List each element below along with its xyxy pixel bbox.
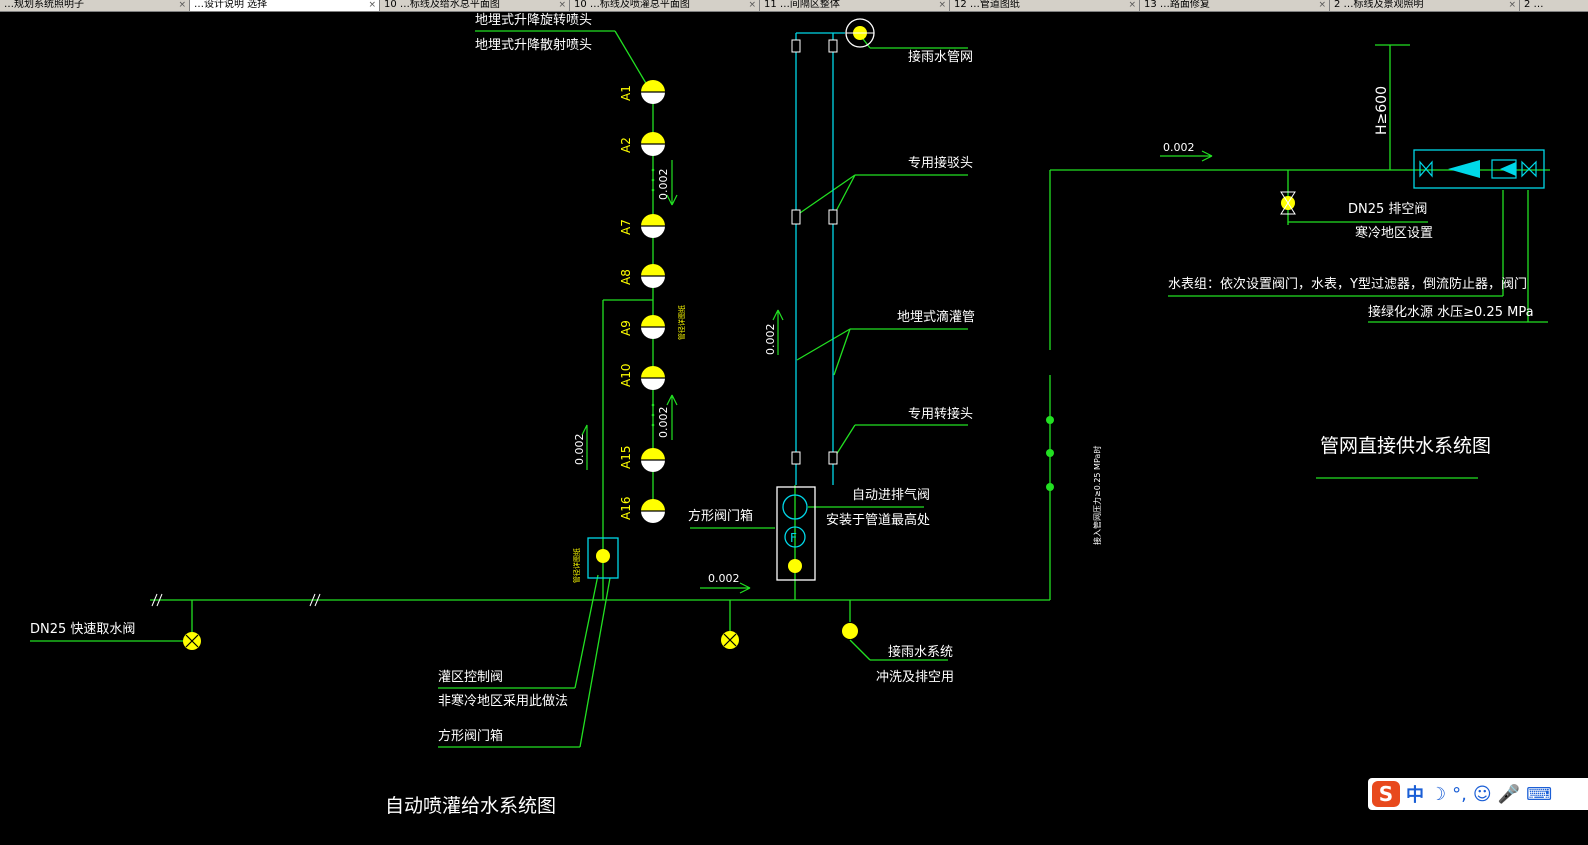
slope-label-zone: 0.002	[573, 434, 586, 466]
zone-valve-label: 灌区控制阀	[438, 670, 503, 685]
joint-marker	[828, 209, 838, 225]
pressure-note: 接入管网压力≥0.25 MPa时	[1092, 446, 1102, 545]
joint-marker	[791, 39, 801, 53]
valve-box-label-2: 方形阀门箱	[438, 728, 503, 744]
zone-valve-leader-d	[574, 574, 599, 689]
microphone-icon[interactable]: 🎤	[1498, 784, 1520, 805]
nozzle-symbol: A8	[619, 264, 665, 288]
drip-valve-box: F	[776, 486, 816, 581]
nozzle-group: A1 A2 A7 A8 A9 A10 A15 A16	[619, 80, 665, 523]
slope-label-nozzle-bottom: 0.002	[657, 407, 670, 439]
detail-note-1: 管径详图纸	[677, 305, 686, 340]
auto-valve-note: 安装于管道最高处	[826, 512, 930, 528]
quick-valve-label: DN25 快速取水阀	[30, 622, 135, 637]
nozzle-label: A7	[619, 219, 633, 235]
nozzle-symbol: A10	[619, 364, 665, 390]
joint-marker	[828, 39, 838, 53]
drip-leader-d2	[833, 328, 851, 376]
drip-leader-d1	[796, 328, 851, 361]
nozzle-symbol: A15	[619, 446, 665, 472]
joint-marker	[791, 451, 801, 465]
sogou-logo-icon[interactable]: S	[1372, 781, 1400, 807]
nozzle-label-spray: 地埋式升降散射喷头	[475, 37, 592, 53]
nozzle-symbol: A1	[619, 80, 665, 104]
nozzle-symbol: A2	[619, 132, 665, 156]
detail-note-2: 管径详图纸	[572, 548, 581, 583]
joint2-leader-d	[835, 424, 856, 456]
slope-label-nozzle-top: 0.002	[657, 169, 670, 201]
drain-valve-note: 寒冷地区设置	[1355, 225, 1433, 241]
height-label: H≥600	[1374, 86, 1390, 135]
nozzle-symbol: A16	[619, 497, 665, 523]
svg-text:F: F	[790, 531, 797, 545]
joint-marker	[791, 209, 801, 225]
slope-label-drip: 0.002	[764, 324, 777, 356]
left-diagram-title: 自动喷灌给水系统图	[385, 795, 556, 817]
joint-marker	[828, 451, 838, 465]
punctuation-icon[interactable]: °,	[1452, 784, 1467, 805]
rain-pipe-symbol	[845, 18, 875, 48]
special-joint-label-2: 专用转接头	[908, 406, 973, 422]
cad-drawing-canvas[interactable]: F 地埋式升降旋转喷头 地埋式升降散射喷头 接雨水管网 专用接驳头 地埋式滴灌管…	[0, 0, 1588, 845]
ime-language-toggle[interactable]: 中	[1406, 781, 1424, 807]
nozzle-label: A15	[619, 446, 633, 469]
right-diagram-title: 管网直接供水系统图	[1320, 435, 1491, 457]
keyboard-icon[interactable]: ⌨	[1526, 784, 1552, 805]
nozzle-label-leader-diag	[614, 30, 651, 91]
rain-pipe-label: 接雨水管网	[908, 49, 973, 65]
nozzle-label-rotary: 地埋式升降旋转喷头	[475, 13, 592, 28]
moon-icon[interactable]: ☽	[1430, 784, 1446, 805]
nozzle-label: A8	[619, 269, 633, 285]
nozzle-label: A10	[619, 364, 633, 387]
nozzle-label: A2	[619, 137, 633, 153]
slope-label-main: 0.002	[708, 572, 740, 585]
meter-group-label: 水表组：依次设置阀门，水表，Y型过滤器，倒流防止器，阀门	[1168, 276, 1527, 292]
auto-valve-label: 自动进排气阀	[852, 487, 930, 503]
nozzle-label: A16	[619, 497, 633, 520]
water-source-label: 接绿化水源 水压≥0.25 MPa	[1368, 304, 1534, 320]
meter-group-box	[1413, 149, 1545, 189]
rain-system-valve	[842, 623, 858, 639]
nozzle-symbol: A7	[619, 214, 665, 238]
valve-box-leader-d	[579, 577, 611, 748]
quick-valve-2	[721, 631, 739, 649]
drain-valve-label: DN25 排空阀	[1348, 202, 1427, 217]
drip-pipe-label: 地埋式滴灌管	[897, 309, 975, 325]
special-joint-label-1: 专用接驳头	[908, 155, 973, 171]
nozzle-label: A1	[619, 85, 633, 101]
slope-label-right: 0.002	[1163, 141, 1195, 154]
joint1-leader-d2	[833, 174, 856, 216]
valve-box-label-1: 方形阀门箱	[688, 508, 753, 524]
emoji-icon[interactable]: ☺	[1473, 784, 1492, 805]
joint1-leader-d1	[796, 174, 856, 216]
rain-system-label: 接雨水系统	[888, 644, 953, 660]
ime-toolbar[interactable]: S 中 ☽ °, ☺ 🎤 ⌨	[1368, 778, 1588, 810]
rain-system-note: 冲洗及排空用	[876, 670, 954, 685]
zone-valve-note: 非寒冷地区采用此做法	[438, 693, 568, 709]
quick-valve-1	[183, 632, 201, 650]
nozzle-symbol: A9	[619, 315, 665, 339]
nozzle-label: A9	[619, 320, 633, 336]
rain-leader-1	[849, 639, 871, 661]
